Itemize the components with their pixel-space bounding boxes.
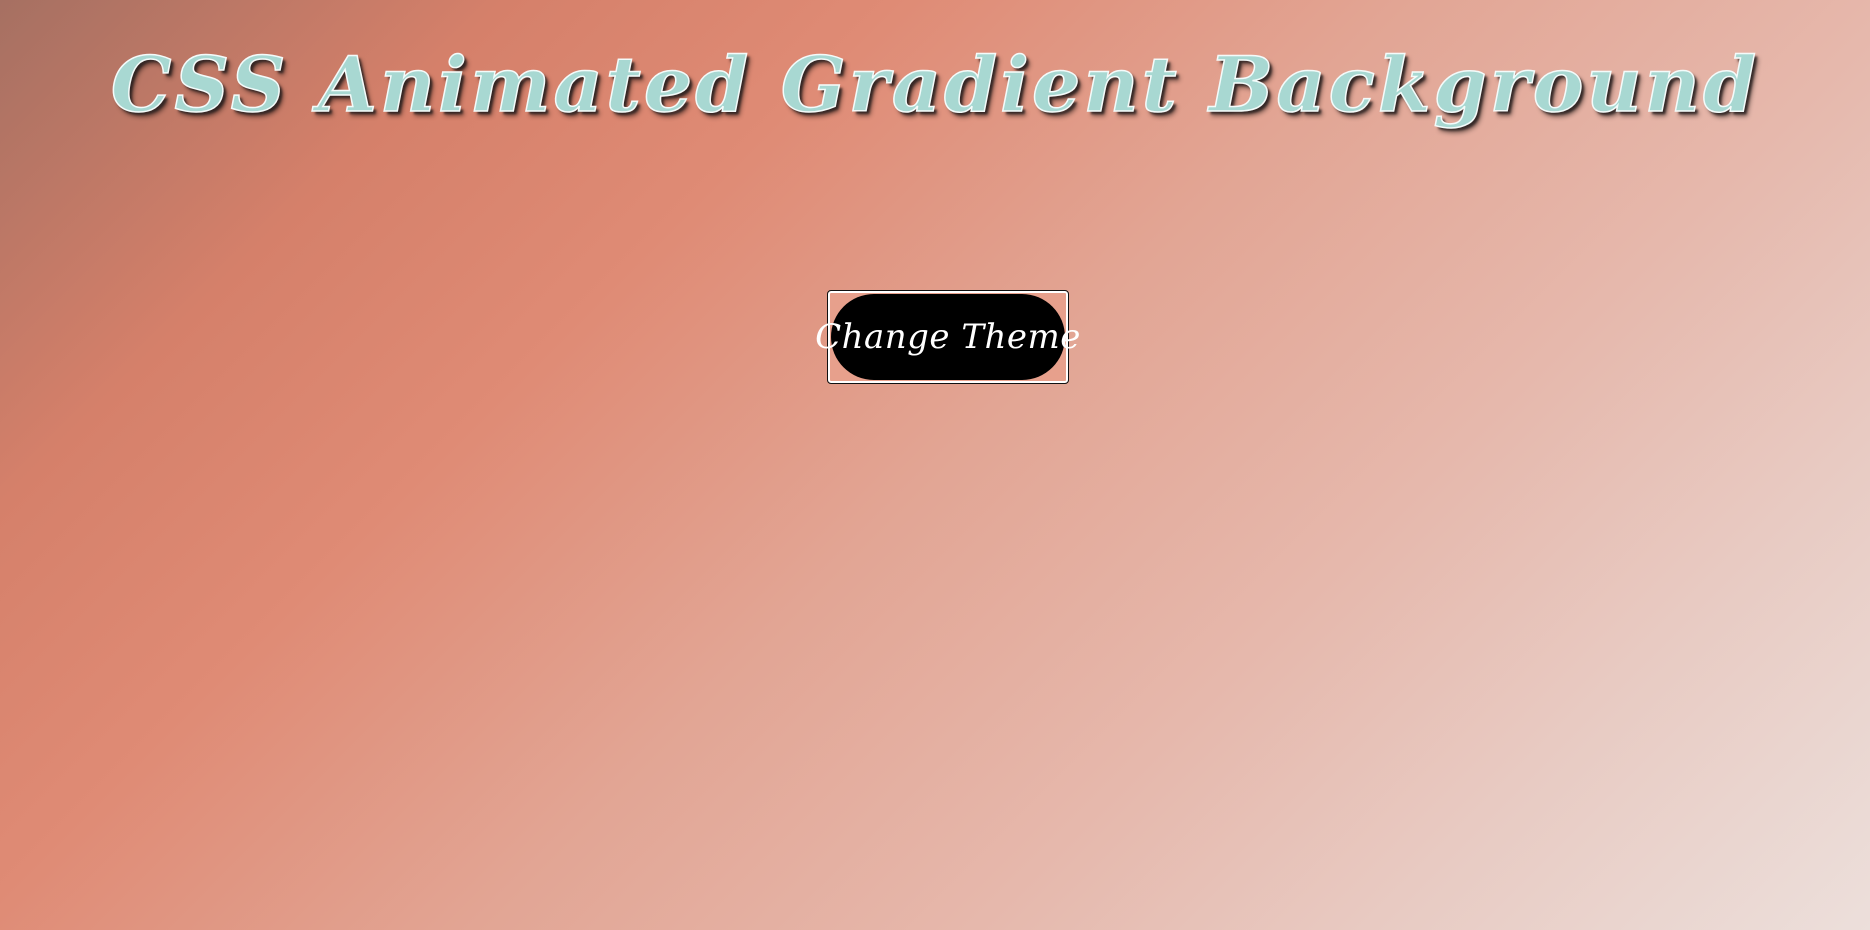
change-theme-button-label[interactable]: Change Theme (815, 317, 1081, 357)
change-theme-button[interactable]: Change Theme (815, 290, 1080, 384)
page-title: CSS Animated Gradient Background (110, 39, 1760, 130)
change-theme-button-pill[interactable]: Change Theme (815, 294, 1080, 380)
page-background: CSS Animated Gradient Background Change … (0, 0, 1870, 930)
